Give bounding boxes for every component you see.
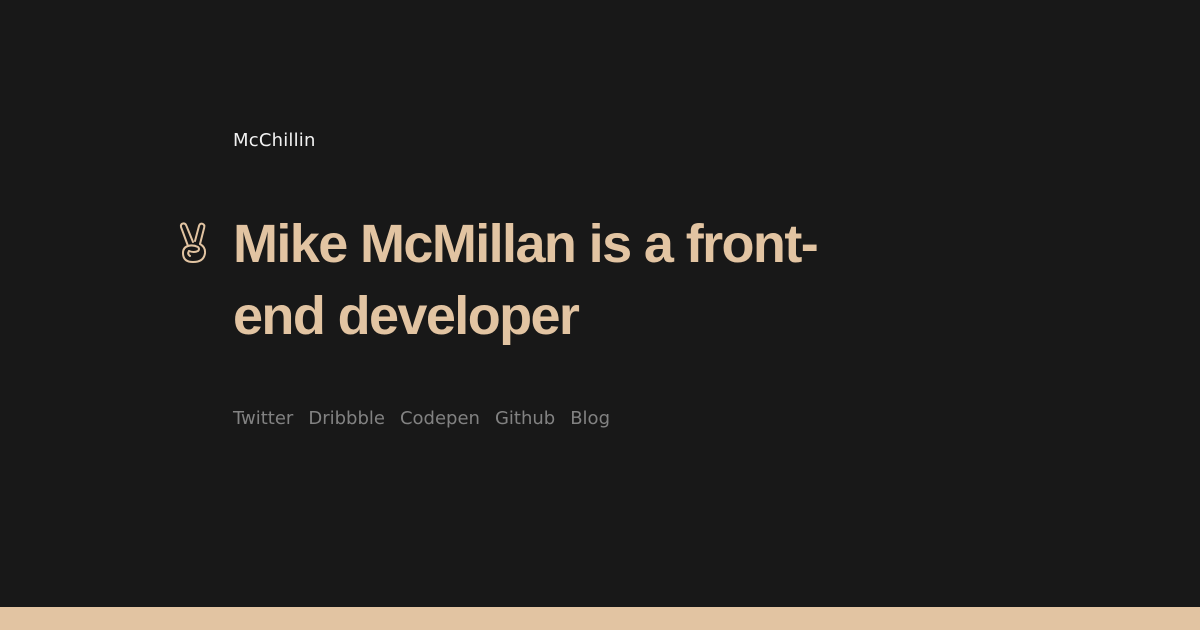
footer-accent-bar <box>0 607 1200 630</box>
blog-link[interactable]: Blog <box>570 407 610 431</box>
codepen-link[interactable]: Codepen <box>400 407 480 431</box>
twitter-link[interactable]: Twitter <box>233 407 293 431</box>
hero-headline: Mike McMillan is a front-end developer <box>233 214 819 346</box>
site-name[interactable]: McChillin <box>233 129 316 153</box>
social-links: Twitter Dribbble Codepen Github Blog <box>233 407 610 431</box>
dribbble-link[interactable]: Dribbble <box>308 407 385 431</box>
github-link[interactable]: Github <box>495 407 555 431</box>
victory-hand-icon <box>176 220 212 266</box>
